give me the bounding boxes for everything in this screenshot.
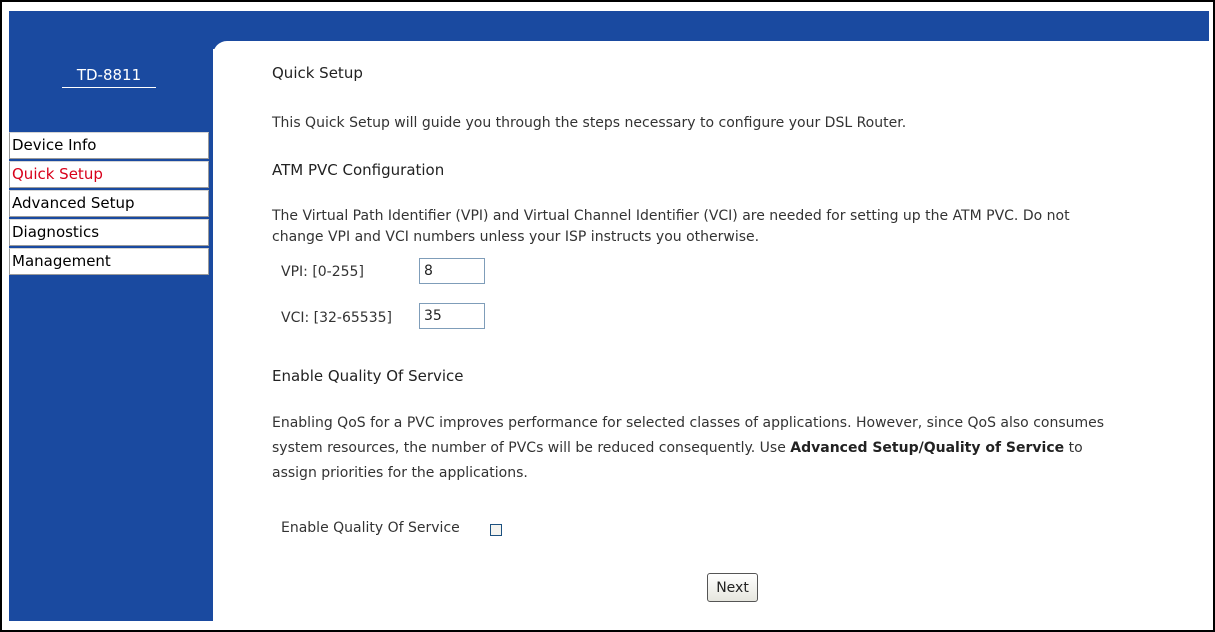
sidebar-item-device-info[interactable]: Device Info [9, 132, 209, 159]
atm-description-line2: change VPI and VCI numbers unless your I… [272, 229, 760, 245]
qos-description-line1: Enabling QoS for a PVC improves performa… [272, 415, 1105, 431]
vpi-label: VPI: [0-255] [281, 264, 364, 280]
vci-input[interactable] [419, 303, 485, 329]
atm-description-line1: The Virtual Path Identifier (VPI) and Vi… [272, 208, 1070, 224]
intro-text: This Quick Setup will guide you through … [272, 115, 907, 131]
vpi-input[interactable] [419, 258, 485, 284]
qos-description-line2: system resources, the number of PVCs wil… [272, 439, 1083, 458]
router-model-logo: TD-8811 [62, 66, 156, 88]
qos-checkbox-label: Enable Quality Of Service [281, 520, 460, 536]
atm-heading: ATM PVC Configuration [272, 161, 445, 179]
qos-desc-link-text: Advanced Setup/Quality of Service [790, 440, 1065, 456]
sidebar-item-advanced-setup[interactable]: Advanced Setup [9, 190, 209, 217]
sidebar-menu: Device Info Quick Setup Advanced Setup D… [9, 132, 209, 277]
sidebar [9, 11, 213, 621]
page-title: Quick Setup [272, 64, 363, 82]
qos-heading: Enable Quality Of Service [272, 367, 464, 385]
vci-label: VCI: [32-65535] [281, 310, 392, 326]
sidebar-item-management[interactable]: Management [9, 248, 209, 275]
qos-description-line3: assign priorities for the applications. [272, 465, 528, 481]
qos-checkbox[interactable] [490, 524, 502, 536]
qos-desc-text-b: to [1064, 440, 1083, 456]
next-button[interactable]: Next [707, 573, 758, 602]
sidebar-item-diagnostics[interactable]: Diagnostics [9, 219, 209, 246]
sidebar-item-quick-setup[interactable]: Quick Setup [9, 161, 209, 188]
qos-desc-text-a: system resources, the number of PVCs wil… [272, 440, 791, 456]
